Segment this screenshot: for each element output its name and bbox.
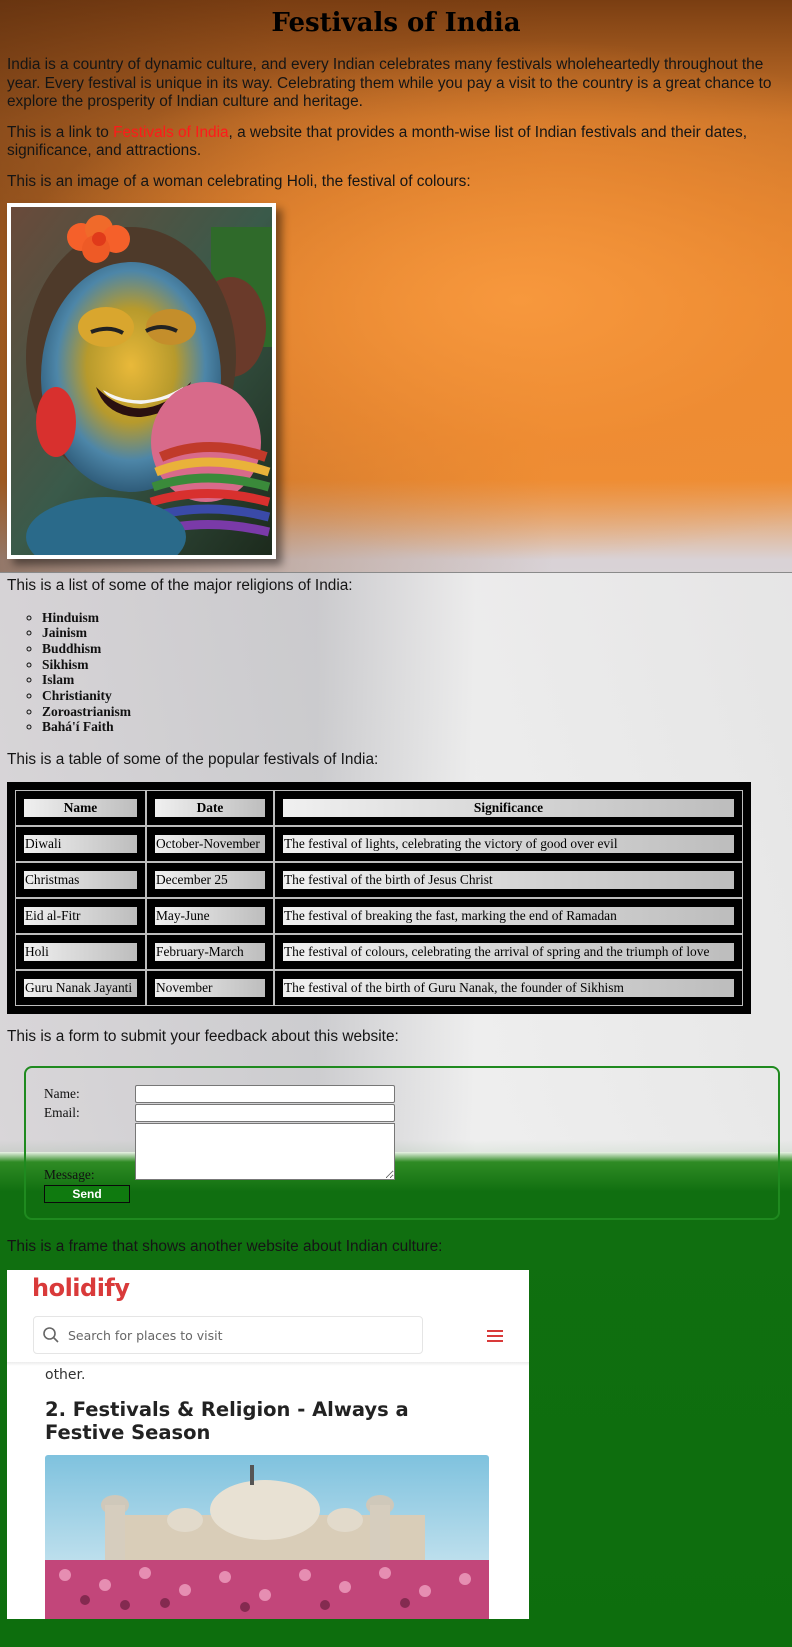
table-row: Christmas December 25 The festival of th… — [15, 861, 743, 898]
religion-list: Hinduism Jainism Buddhism Sikhism Islam … — [7, 610, 785, 736]
table-cell: The festival of breaking the fast, marki… — [283, 906, 734, 925]
frame-intro: This is a frame that shows another websi… — [7, 1238, 443, 1256]
article-heading: 2. Festivals & Religion - Always a Festi… — [45, 1397, 409, 1444]
form-intro: This is a form to submit your feedback a… — [7, 1027, 399, 1045]
menu-icon[interactable] — [487, 1329, 503, 1345]
table-cell: The festival of lights, celebrating the … — [283, 834, 734, 853]
message-field[interactable] — [135, 1123, 395, 1181]
list-item: Zoroastrianism — [42, 704, 785, 720]
table-cell: Guru Nanak Jayanti — [24, 978, 137, 997]
table-row: Diwali October-November The festival of … — [15, 825, 743, 862]
table-cell: October-November — [155, 834, 265, 853]
festival-table: Name Date Significance Diwali October-No… — [7, 781, 751, 1014]
list-item: Bahá'í Faith — [42, 719, 785, 735]
email-field[interactable] — [135, 1104, 395, 1123]
list-item: Christianity — [42, 688, 785, 704]
embedded-website-frame[interactable]: holidify Search for places to visit othe… — [7, 1269, 529, 1619]
list-item: Sikhism — [42, 657, 785, 673]
name-field[interactable] — [135, 1085, 395, 1104]
table-cell: Holi — [24, 942, 137, 961]
email-label: Email: — [44, 1105, 80, 1121]
header-significance: Significance — [283, 798, 734, 817]
link-prefix: This is a link to — [7, 123, 114, 141]
message-label: Message: — [44, 1167, 95, 1183]
table-intro: This is a table of some of the popular f… — [7, 751, 379, 769]
table-row: Eid al-Fitr May-June The festival of bre… — [15, 897, 743, 934]
link-paragraph: This is a link to Festivals of India, a … — [7, 124, 785, 161]
table-header-row: Name Date Significance — [15, 789, 743, 826]
table-cell: The festival of the birth of Jesus Chris… — [283, 870, 734, 889]
list-item: Hinduism — [42, 610, 785, 626]
article-text: other. — [45, 1366, 86, 1383]
festival-crowd-photo — [45, 1454, 489, 1619]
holi-woman-photo — [7, 203, 276, 559]
table-cell: May-June — [155, 906, 265, 925]
table-cell: December 25 — [155, 870, 265, 889]
table-cell: November — [155, 978, 265, 997]
image-caption: This is an image of a woman celebrating … — [7, 172, 471, 190]
search-box[interactable]: Search for places to visit — [33, 1315, 423, 1354]
send-button[interactable]: Send — [44, 1185, 130, 1204]
table-cell: The festival of the birth of Guru Nanak,… — [283, 978, 734, 997]
table-cell: Christmas — [24, 870, 137, 889]
page-title: Festivals of India — [271, 8, 521, 38]
header-date: Date — [155, 798, 265, 817]
feedback-form: Name: Email: Message: Send — [24, 1066, 780, 1221]
intro-paragraph: India is a country of dynamic culture, a… — [7, 56, 772, 110]
table-cell: The festival of colours, celebrating the… — [283, 942, 734, 961]
list-intro: This is a list of some of the major reli… — [7, 577, 353, 594]
holidify-logo[interactable]: holidify — [32, 1274, 130, 1302]
festivals-link[interactable]: Festivals of India — [113, 124, 228, 141]
table-cell: Diwali — [24, 834, 137, 853]
list-item: Jainism — [42, 625, 785, 641]
search-input[interactable]: Search for places to visit — [68, 1328, 222, 1343]
list-item: Buddhism — [42, 641, 785, 657]
table-cell: Eid al-Fitr — [24, 906, 137, 925]
table-row: Holi February-March The festival of colo… — [15, 933, 743, 970]
search-icon — [43, 1326, 59, 1343]
list-item: Islam — [42, 672, 785, 688]
header-name: Name — [24, 798, 137, 817]
name-label: Name: — [44, 1086, 80, 1102]
table-row: Guru Nanak Jayanti November The festival… — [15, 969, 743, 1006]
table-cell: February-March — [155, 942, 265, 961]
page-content: Festivals of India India is a country of… — [0, 0, 792, 1619]
